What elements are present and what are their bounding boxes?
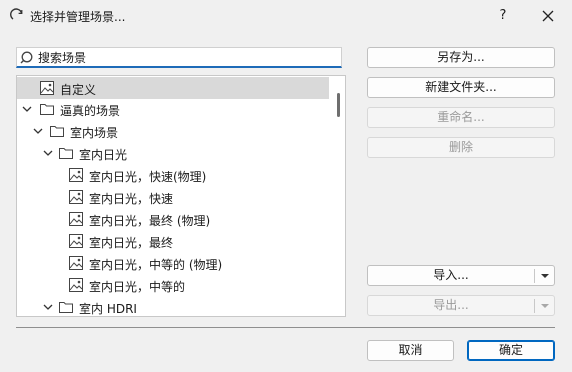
folder-icon [40,104,54,115]
tree-item-label: 室内 HDRI [79,302,137,316]
scene-image-icon [69,168,83,182]
tree-item-realistic-scenes[interactable]: 逼真的场景 [17,98,329,120]
tree-item-scene[interactable]: 室内日光，快速 [17,186,329,208]
import-split-button[interactable]: 导入... [367,265,555,286]
app-refresh-icon [10,8,23,20]
cancel-button[interactable]: 取消 [367,340,454,361]
export-label: 导出... [433,298,469,312]
folder-icon [50,126,64,137]
search-box [16,47,342,68]
chevron-down-icon[interactable] [42,301,54,313]
tree-item-scene[interactable]: 室内日光，快速(物理) [17,164,329,186]
scene-image-icon [69,190,83,204]
tree-item-interior-scenes[interactable]: 室内场景 [17,120,329,142]
save-as-label: 另存为... [437,50,485,64]
save-as-button[interactable]: 另存为... [367,47,555,68]
tree-item-label: 室内日光，最终 [89,236,174,250]
search-input[interactable] [38,49,338,66]
tree-item-custom[interactable]: 自定义 [17,77,329,99]
close-button[interactable] [526,0,570,31]
folder-icon [59,302,73,313]
tree-item-label: 室内日光，快速(物理) [89,170,207,184]
delete-label: 删除 [448,140,473,154]
dropdown-arrow-icon[interactable] [535,296,555,315]
scene-image-icon [69,278,83,292]
search-icon [20,51,33,64]
new-folder-label: 新建文件夹... [425,80,497,94]
ok-label: 确定 [498,343,523,357]
close-icon [542,10,554,22]
chevron-down-icon[interactable] [21,103,33,115]
folder-icon [59,148,73,159]
chevron-down-icon[interactable] [42,147,54,159]
tree-item-interior-daylight[interactable]: 室内日光 [17,142,329,164]
export-split-button[interactable]: 导出... [367,295,555,316]
help-label: ? [499,8,507,23]
rename-label: 重命名... [437,110,485,124]
tree-item-label: 室内日光，中等的 (物理) [89,258,223,272]
footer-separator [16,327,555,328]
help-button[interactable]: ? [481,0,525,31]
tree-item-interior-hdri[interactable]: 室内 HDRI [17,296,329,316]
tree-item-label: 逼真的场景 [60,104,121,118]
chevron-down-icon[interactable] [32,125,44,137]
title-bar: 选择并管理场景... ? [0,0,572,31]
new-folder-button[interactable]: 新建文件夹... [367,77,555,98]
scene-image-icon [69,256,83,270]
ok-button[interactable]: 确定 [467,340,555,361]
tree-item-scene[interactable]: 室内日光，中等的 (物理) [17,252,329,274]
tree-item-label: 室内日光，中等的 [89,280,186,294]
import-label: 导入... [433,268,469,282]
window-title: 选择并管理场景... [30,10,126,24]
delete-button[interactable]: 删除 [367,137,555,158]
scene-image-icon [40,81,54,95]
rename-button[interactable]: 重命名... [367,107,555,128]
cancel-label: 取消 [398,343,423,357]
tree-scrollbar-thumb[interactable] [337,93,340,117]
tree-item-label: 室内日光，快速 [89,192,174,206]
scene-image-icon [69,234,83,248]
tree-item-label: 室内日光 [79,148,128,162]
tree-item-label: 自定义 [60,83,97,97]
scene-image-icon [69,212,83,226]
tree-item-scene[interactable]: 室内日光，最终 [17,230,329,252]
tree-item-label: 室内日光，最终 (物理) [89,214,211,228]
dropdown-arrow-icon[interactable] [535,266,555,285]
tree-item-label: 室内场景 [70,126,119,140]
scene-tree[interactable]: 自定义 逼真的场景 室内场景 室内日光 室内日光，快速(物理) 室内日光，快速 [16,75,346,317]
tree-item-scene[interactable]: 室内日光，最终 (物理) [17,208,329,230]
tree-item-scene[interactable]: 室内日光，中等的 [17,274,329,296]
